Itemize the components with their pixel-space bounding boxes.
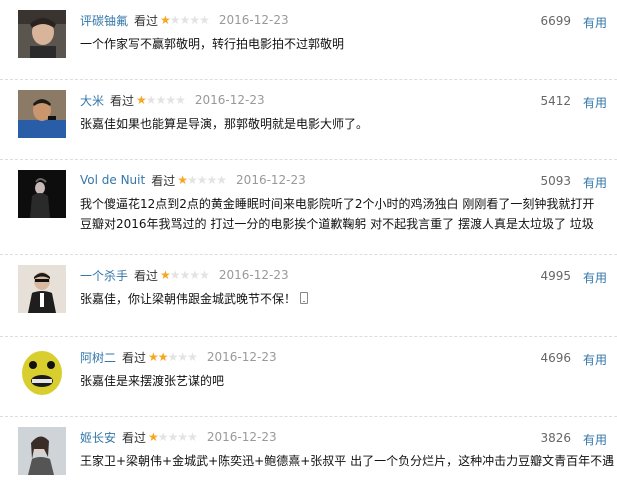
avatar[interactable] xyxy=(18,90,66,138)
review-meta: 评碳铀氟 看过 ★ ★ ★ ★ ★ 2016-12-23 xyxy=(80,12,289,28)
review-date: 2016-12-23 xyxy=(206,350,277,364)
review-date: 2016-12-23 xyxy=(206,430,277,444)
vote-count: 3826 xyxy=(540,431,571,445)
watched-status: 看过 xyxy=(122,350,147,365)
star-filled-icon: ★ xyxy=(177,173,188,187)
star-empty-icon: ★ xyxy=(157,430,169,444)
review-text: 一个作家写不赢郭敬明，转行拍电影拍不过郭敬明 xyxy=(80,37,345,51)
vote-count: 4696 xyxy=(540,351,571,365)
star-empty-icon: ★ xyxy=(175,93,186,107)
star-empty-icon: ★ xyxy=(177,430,188,444)
useful-button[interactable]: 有用 xyxy=(583,351,607,368)
star-filled-icon: ★ xyxy=(148,430,159,444)
review-item: 大米 看过 ★ ★ ★ ★ ★ 2016-12-23 5412 有用 张嘉佳如果也能算是… xyxy=(0,80,617,160)
review-date: 2016-12-23 xyxy=(194,93,265,107)
star-filled-icon: ★ xyxy=(157,350,169,364)
star-empty-icon: ★ xyxy=(167,350,179,364)
star-empty-icon: ★ xyxy=(186,173,198,187)
review-text: 我个傻逼花12点到2点的黄金睡眠时间来电影院听了2个小时的鸡汤独白 刚刚看了一刻… xyxy=(80,197,595,231)
username-link[interactable]: 阿树二 xyxy=(80,349,116,366)
vote-count: 6699 xyxy=(540,14,571,28)
star-empty-icon: ★ xyxy=(196,173,208,187)
vote-count: 5412 xyxy=(540,94,571,108)
star-filled-icon: ★ xyxy=(148,350,159,364)
star-empty-icon: ★ xyxy=(187,430,198,444)
review-item: 评碳铀氟 看过 ★ ★ ★ ★ ★ 2016-12-23 6699 有用 一个作家写不赢… xyxy=(0,0,617,80)
review-meta: 姬长安 看过 ★ ★ ★ ★ ★ 2016-12-23 xyxy=(80,429,277,445)
watched-status: 看过 xyxy=(110,93,135,108)
star-empty-icon: ★ xyxy=(155,93,167,107)
review-item: 阿树二 看过 ★ ★ ★ ★ ★ 2016-12-23 4696 有用 张嘉佳是来摆渡张… xyxy=(0,337,617,417)
mobile-icon xyxy=(300,292,309,304)
review-date: 2016-12-23 xyxy=(218,13,289,27)
star-empty-icon: ★ xyxy=(177,350,188,364)
star-empty-icon: ★ xyxy=(187,350,198,364)
username-link[interactable]: 一个杀手 xyxy=(80,267,128,284)
star-empty-icon: ★ xyxy=(199,13,210,27)
watched-status: 看过 xyxy=(134,268,159,283)
review-meta: 一个杀手 看过 ★ ★ ★ ★ ★ 2016-12-23 xyxy=(80,267,289,283)
useful-button[interactable]: 有用 xyxy=(583,174,607,191)
review-meta: Vol de Nuit 看过 ★ ★ ★ ★ ★ 2016-12-23 xyxy=(80,172,306,188)
star-empty-icon: ★ xyxy=(179,268,191,282)
star-empty-icon: ★ xyxy=(189,13,200,27)
star-empty-icon: ★ xyxy=(216,173,227,187)
avatar[interactable] xyxy=(18,427,66,475)
review-item: Vol de Nuit 看过 ★ ★ ★ ★ ★ 2016-12-23 5093 有用 … xyxy=(0,160,617,255)
star-filled-icon: ★ xyxy=(160,13,171,27)
star-empty-icon: ★ xyxy=(145,93,157,107)
rating-stars: ★ ★ ★ ★ ★ xyxy=(160,268,210,282)
watched-status: 看过 xyxy=(122,430,147,445)
useful-button[interactable]: 有用 xyxy=(583,269,607,286)
review-date: 2016-12-23 xyxy=(218,268,289,282)
star-empty-icon: ★ xyxy=(206,173,218,187)
review-text-body: 张嘉佳，你让梁朝伟跟金城武晚节不保！ xyxy=(80,292,297,306)
useful-button[interactable]: 有用 xyxy=(583,431,607,448)
rating-stars: ★ ★ ★ ★ ★ xyxy=(148,350,198,364)
review-text: 张嘉佳，你让梁朝伟跟金城武晚节不保！ xyxy=(80,289,600,309)
review-meta: 大米 看过 ★ ★ ★ ★ ★ 2016-12-23 xyxy=(80,92,265,108)
username-link[interactable]: Vol de Nuit xyxy=(80,173,145,187)
review-text: 张嘉佳如果也能算是导演，那郭敬明就是电影大师了。 xyxy=(80,117,369,131)
watched-status: 看过 xyxy=(151,173,176,188)
useful-button[interactable]: 有用 xyxy=(583,14,607,31)
star-empty-icon: ★ xyxy=(167,430,179,444)
star-empty-icon: ★ xyxy=(189,268,200,282)
star-filled-icon: ★ xyxy=(160,268,171,282)
review-date: 2016-12-23 xyxy=(236,173,306,187)
avatar[interactable] xyxy=(18,347,66,395)
star-empty-icon: ★ xyxy=(179,13,191,27)
vote-count: 4995 xyxy=(540,269,571,283)
avatar[interactable] xyxy=(18,10,66,58)
rating-stars: ★ ★ ★ ★ ★ xyxy=(160,13,210,27)
review-text: 张嘉佳是来摆渡张艺谋的吧 xyxy=(80,374,225,388)
rating-stars: ★ ★ ★ ★ ★ xyxy=(136,93,186,107)
star-filled-icon: ★ xyxy=(136,93,147,107)
review-item: 一个杀手 看过 ★ ★ ★ ★ ★ 2016-12-23 4995 有用 张嘉佳，你让梁… xyxy=(0,255,617,337)
username-link[interactable]: 大米 xyxy=(80,92,104,109)
star-empty-icon: ★ xyxy=(199,268,210,282)
review-meta: 阿树二 看过 ★ ★ ★ ★ ★ 2016-12-23 xyxy=(80,349,277,365)
avatar[interactable] xyxy=(18,170,66,218)
avatar[interactable] xyxy=(18,265,66,313)
review-item: 姬长安 看过 ★ ★ ★ ★ ★ 2016-12-23 3826 有用 王家卫+梁朝伟+… xyxy=(0,417,617,483)
vote-count: 5093 xyxy=(540,174,571,188)
rating-stars: ★ ★ ★ ★ ★ xyxy=(148,430,198,444)
watched-status: 看过 xyxy=(134,13,159,28)
username-link[interactable]: 评碳铀氟 xyxy=(80,12,128,29)
review-text: 王家卫+梁朝伟+金城武+陈奕迅+鲍德熹+张叔平 出了一个负分烂片，这种冲击力豆瓣… xyxy=(80,454,615,468)
useful-button[interactable]: 有用 xyxy=(583,94,607,111)
star-empty-icon: ★ xyxy=(169,268,181,282)
star-empty-icon: ★ xyxy=(165,93,176,107)
star-empty-icon: ★ xyxy=(169,13,181,27)
username-link[interactable]: 姬长安 xyxy=(80,429,116,446)
rating-stars: ★ ★ ★ ★ ★ xyxy=(177,173,227,187)
